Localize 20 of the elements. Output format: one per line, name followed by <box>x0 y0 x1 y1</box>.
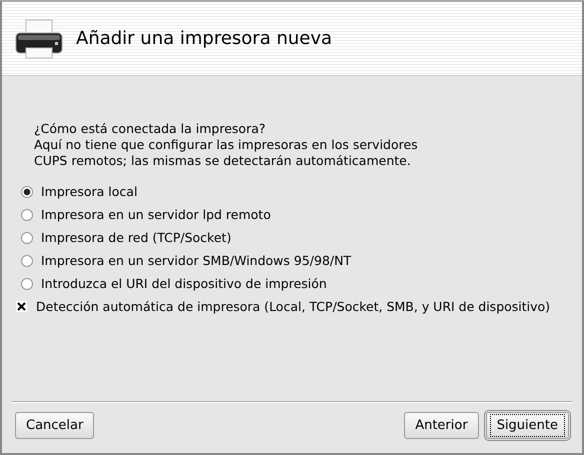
intro-text: ¿Cómo está conectada la impresora? <box>34 121 266 137</box>
dialog-button[interactable]: Cancelar <box>15 412 94 439</box>
radio-label[interactable]: Impresora de red (TCP/Socket) <box>41 230 232 245</box>
printer-icon <box>14 18 64 60</box>
checkbox[interactable] <box>16 301 27 312</box>
dialog-title: Añadir una impresora nueva <box>76 28 332 49</box>
radio-label[interactable]: Impresora en un servidor SMB/Windows 95/98/NT <box>41 253 352 268</box>
dialog-button[interactable]: Siguiente <box>486 412 569 439</box>
radio-button[interactable] <box>21 232 33 244</box>
intro-text: Aquí no tiene que configurar las impresoras en los servidores <box>34 137 418 153</box>
checkbox-label[interactable]: Detección automática de impresora (Local, TCP/Socket, SMB, y URI de dispositivo) <box>36 299 550 314</box>
radio-button[interactable] <box>21 254 33 266</box>
intro-text: CUPS remotos; las mismas se detectarán automáticamente. <box>34 153 411 169</box>
dialog-button[interactable]: Anterior <box>404 412 479 439</box>
radio-button[interactable] <box>21 278 33 290</box>
radio-label[interactable]: Introduzca el URI del dispositivo de impresión <box>41 276 327 291</box>
radio-button[interactable] <box>21 186 33 198</box>
radio-label[interactable]: Impresora en un servidor lpd remoto <box>41 207 271 222</box>
radio-button[interactable] <box>21 208 33 220</box>
radio-label[interactable]: Impresora local <box>41 184 138 199</box>
